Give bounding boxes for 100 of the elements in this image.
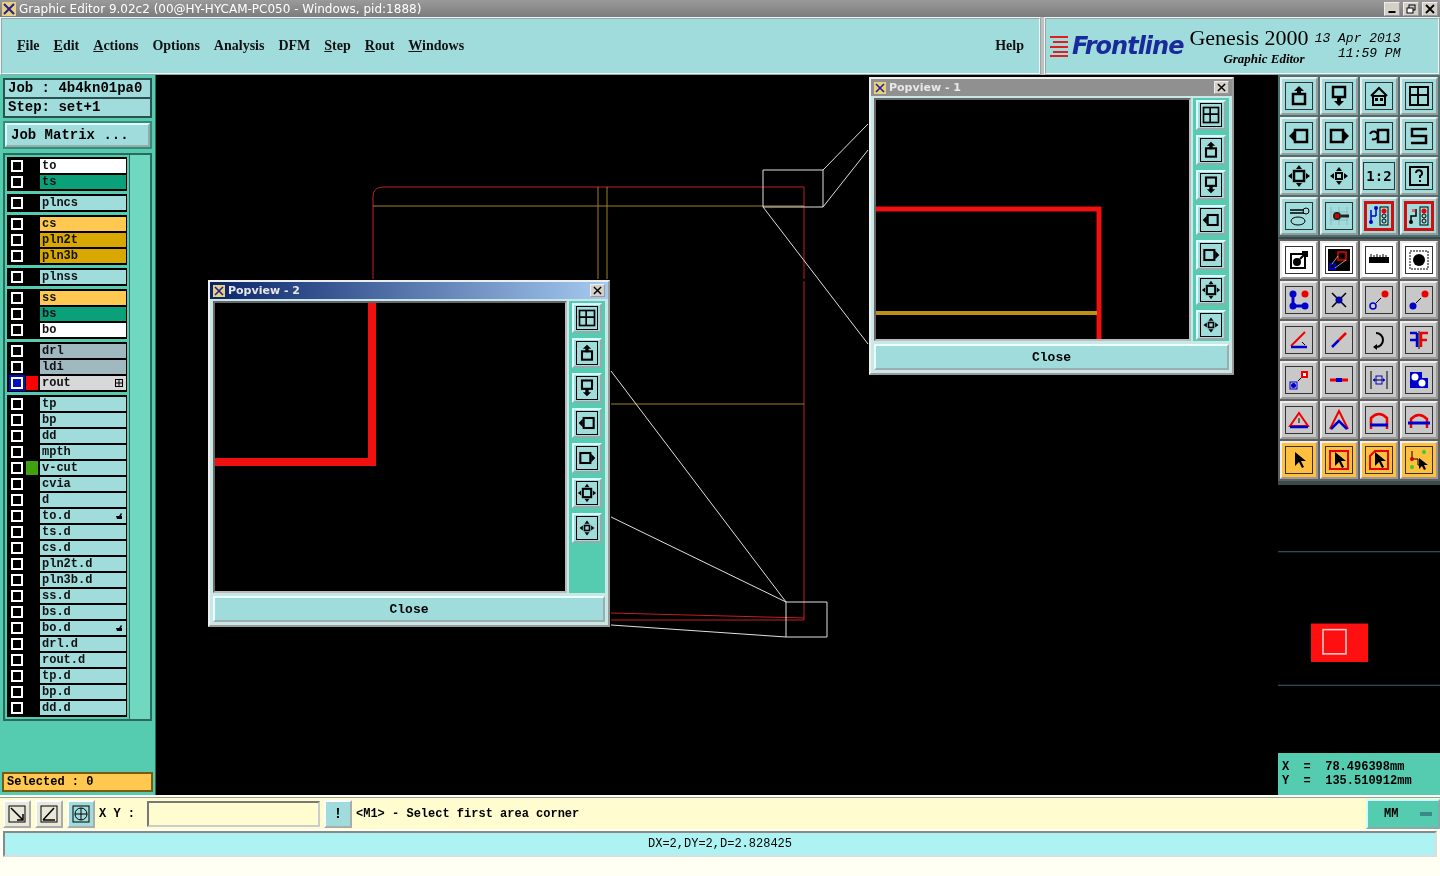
layer-name[interactable]: ldi — [40, 360, 126, 374]
tool-button[interactable] — [1360, 281, 1398, 319]
tool-button[interactable] — [1280, 241, 1318, 279]
tool-button[interactable] — [1280, 117, 1318, 155]
layer-name[interactable]: plncs — [40, 196, 126, 210]
layer-name[interactable]: rout.d — [40, 653, 126, 667]
tool-button[interactable] — [1400, 321, 1438, 359]
menu-item[interactable]: Windows — [401, 38, 472, 54]
tool-button[interactable] — [1320, 401, 1358, 439]
menu-item[interactable]: Step — [317, 38, 358, 54]
layer-checkbox[interactable] — [11, 702, 23, 714]
tool-button[interactable] — [1320, 241, 1358, 279]
tool-button[interactable] — [1360, 361, 1398, 399]
tool-button[interactable] — [1360, 197, 1398, 235]
layer-checkbox[interactable] — [11, 622, 23, 634]
layer-checkbox[interactable] — [11, 398, 23, 410]
view-button[interactable] — [1196, 170, 1226, 200]
layer-checkbox[interactable] — [11, 478, 23, 490]
layer-checkbox[interactable] — [11, 462, 23, 474]
view-button[interactable] — [572, 338, 602, 368]
layer-name[interactable]: drl.d — [40, 637, 126, 651]
layer-checkbox[interactable] — [11, 526, 23, 538]
tool-button[interactable] — [1360, 77, 1398, 115]
layer-name[interactable]: tp.d — [40, 669, 126, 683]
layer-checkbox[interactable] — [11, 574, 23, 586]
layer-checkbox[interactable] — [11, 292, 23, 304]
layer-checkbox[interactable] — [11, 606, 23, 618]
menu-item[interactable]: File — [10, 38, 47, 54]
menu-item[interactable]: DFM — [271, 38, 318, 54]
layer-checkbox[interactable] — [11, 160, 23, 172]
tool-button[interactable]: 1:2 — [1360, 157, 1398, 195]
tool-button[interactable] — [1320, 117, 1358, 155]
view-button[interactable] — [572, 478, 602, 508]
layer-name[interactable]: plnss — [40, 270, 126, 284]
menu-item[interactable]: Rout — [357, 38, 402, 54]
layer-checkbox[interactable] — [11, 218, 23, 230]
layer-checkbox[interactable] — [11, 271, 23, 283]
tool-button[interactable] — [1280, 361, 1318, 399]
layer-name[interactable]: v-cut — [40, 461, 126, 475]
tool-button[interactable] — [1320, 361, 1358, 399]
xy-input-field[interactable] — [147, 800, 320, 827]
tool-button[interactable] — [1280, 157, 1318, 195]
graphics-canvas[interactable]: Popview - 1 Close Popview - 2 Close — [156, 75, 1278, 795]
popview-title-bar[interactable]: Popview - 2 — [210, 282, 608, 299]
menu-item[interactable]: Actions — [86, 38, 146, 54]
layer-checkbox[interactable] — [11, 345, 23, 357]
view-button[interactable] — [572, 443, 602, 473]
layer-name[interactable]: pln3b.d — [40, 573, 126, 587]
layer-name[interactable]: cs — [40, 217, 126, 231]
layer-name[interactable]: ts.d — [40, 525, 126, 539]
alert-button[interactable]: ! — [324, 799, 352, 828]
tool-button[interactable] — [1320, 281, 1358, 319]
tool-button[interactable] — [1400, 157, 1438, 195]
view-button[interactable] — [572, 513, 602, 543]
layer-checkbox[interactable] — [11, 686, 23, 698]
layer-name[interactable]: pln2t.d — [40, 557, 126, 571]
layer-checkbox[interactable] — [11, 250, 23, 262]
tool-button[interactable] — [1360, 241, 1398, 279]
layer-name[interactable]: cs.d — [40, 541, 126, 555]
view-button[interactable] — [572, 408, 602, 438]
tool-button[interactable] — [1400, 281, 1438, 319]
tool-button[interactable] — [1320, 197, 1358, 235]
close-button[interactable]: Close — [874, 344, 1229, 370]
layer-checkbox[interactable] — [11, 654, 23, 666]
tool-button[interactable] — [1320, 321, 1358, 359]
help-menu[interactable]: Help — [988, 38, 1031, 54]
layer-name[interactable]: bp — [40, 413, 126, 427]
layer-name[interactable]: tp — [40, 397, 126, 411]
layer-checkbox[interactable] — [11, 234, 23, 246]
close-button[interactable] — [590, 284, 605, 297]
menu-item[interactable]: Options — [145, 38, 207, 54]
tool-button[interactable] — [1280, 441, 1318, 479]
tool-button[interactable] — [1400, 77, 1438, 115]
job-matrix-button[interactable]: Job Matrix ... — [5, 123, 150, 147]
close-button[interactable] — [1422, 1, 1438, 16]
layer-name[interactable]: bo.d — [40, 621, 126, 635]
layer-name[interactable]: bo — [40, 323, 126, 337]
tool-button[interactable] — [1400, 117, 1438, 155]
tool-button[interactable] — [1400, 441, 1438, 479]
minimize-button[interactable] — [1384, 1, 1400, 16]
tool-button[interactable] — [1400, 401, 1438, 439]
angle-button[interactable] — [35, 799, 63, 828]
view-button[interactable] — [1196, 275, 1226, 305]
close-button[interactable] — [1214, 81, 1229, 94]
grid-button[interactable] — [67, 799, 95, 828]
layer-name[interactable]: mpth — [40, 445, 126, 459]
layer-name[interactable]: bp.d — [40, 685, 126, 699]
layer-checkbox[interactable] — [11, 197, 23, 209]
layer-name[interactable]: pln2t — [40, 233, 126, 247]
layer-name[interactable]: drl — [40, 344, 126, 358]
tool-button[interactable] — [1320, 441, 1358, 479]
tool-button[interactable] — [1280, 401, 1318, 439]
tool-button[interactable] — [1280, 281, 1318, 319]
layer-checkbox[interactable] — [11, 308, 23, 320]
layer-name[interactable]: d — [40, 493, 126, 507]
layer-name[interactable]: to.d — [40, 509, 126, 523]
tool-button[interactable] — [1400, 197, 1438, 235]
layer-checkbox[interactable] — [11, 446, 23, 458]
layer-checkbox[interactable] — [11, 494, 23, 506]
tool-button[interactable] — [1360, 321, 1398, 359]
